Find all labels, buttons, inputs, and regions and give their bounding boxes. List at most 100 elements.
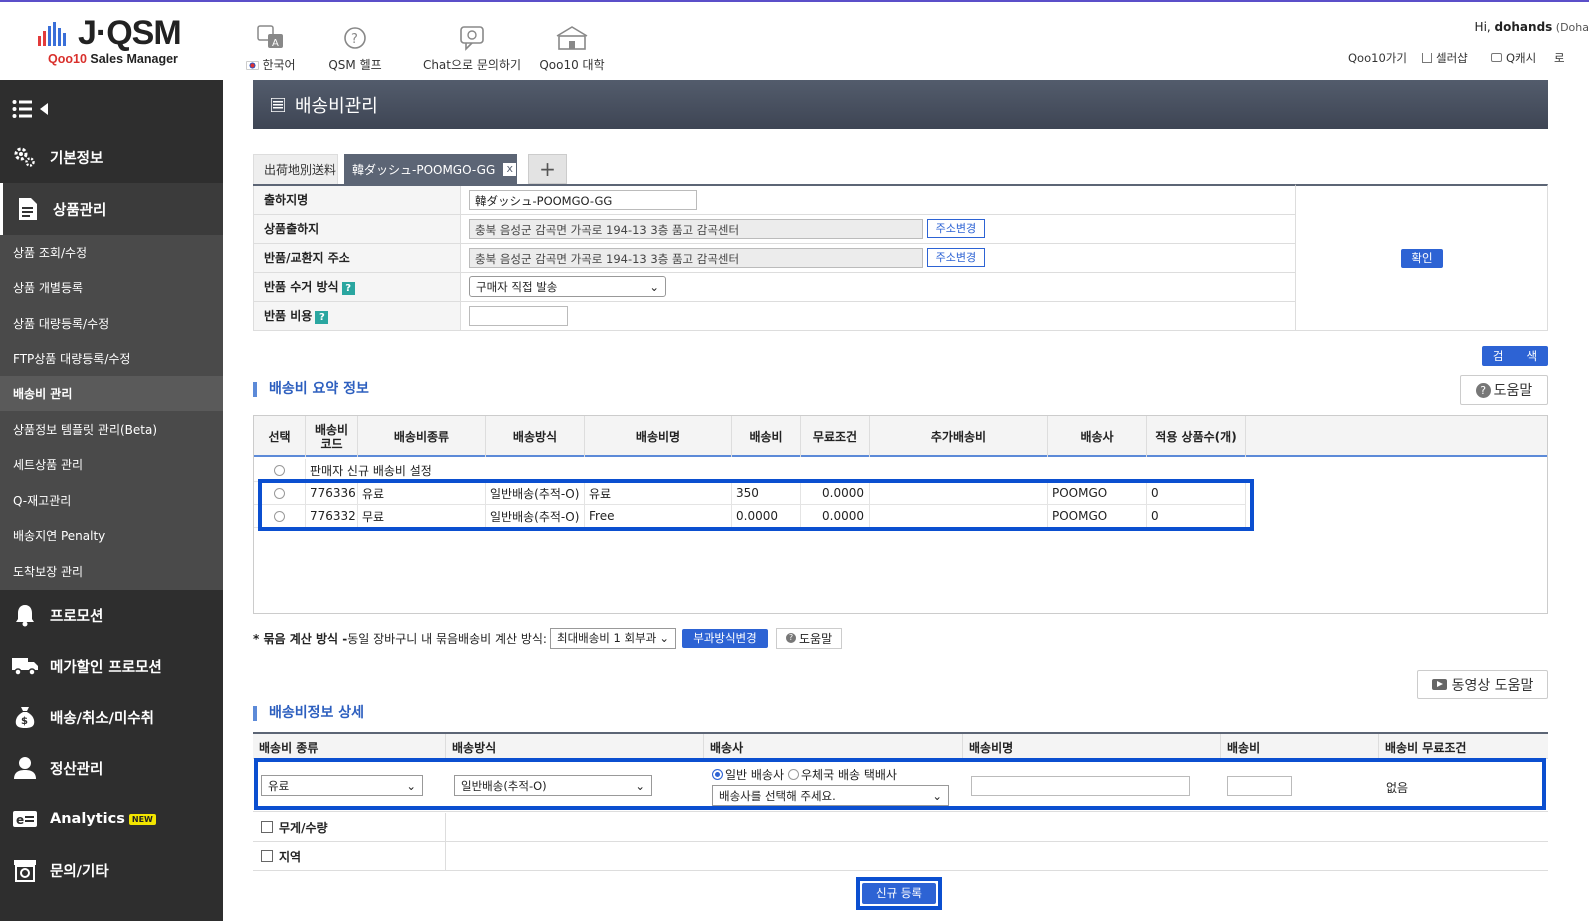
sidebar-item-analytics[interactable]: e Analytics NEW bbox=[0, 794, 223, 844]
summary-section-title: 배송비 요약 정보 bbox=[253, 382, 369, 397]
sidebar-item-mega-discount[interactable]: 메가할인 프로모션 bbox=[0, 641, 223, 691]
sidebar-sub-template[interactable]: 상품정보 템플릿 관리(Beta) bbox=[0, 412, 223, 447]
form-label: 출하지명 bbox=[253, 184, 461, 215]
help-circle-icon: ? bbox=[1475, 382, 1491, 398]
video-icon bbox=[1431, 679, 1447, 690]
search-button[interactable]: 검 색 bbox=[1482, 346, 1548, 366]
sidebar-item-promotion[interactable]: 프로모션 bbox=[0, 590, 223, 640]
highlight-box bbox=[258, 479, 1254, 531]
sidebar-item-settlement[interactable]: 정산관리 bbox=[0, 743, 223, 793]
sidebar-sub-set-product[interactable]: 세트상품 관리 bbox=[0, 447, 223, 482]
tab-poomgo-gg[interactable]: 韓ダッシュ-POOMGO-GG x bbox=[344, 154, 517, 184]
username: dohands bbox=[1494, 20, 1553, 34]
location-name-input[interactable]: 韓ダッシュ-POOMGO-GG bbox=[469, 189, 697, 210]
summary-table-header: 선택 배송비 코드 배송비종류 배송방식 배송비명 배송비 무료조건 추가배송비… bbox=[254, 416, 1547, 457]
nav-qsm-help[interactable]: ? QSM 헬프 bbox=[322, 24, 388, 73]
shipping-address-field: 충북 음성군 감곡면 가곡로 194-13 3층 품고 감곡센터 bbox=[469, 218, 923, 239]
col-header: 선택 bbox=[254, 416, 306, 457]
link-seller-shop[interactable]: 셀러샵 bbox=[1422, 50, 1468, 66]
sidebar-sub-product-search[interactable]: 상품 조회/수정 bbox=[0, 235, 223, 270]
chat-icon bbox=[460, 26, 484, 51]
nav-chat[interactable]: Chat으로 문의하기 bbox=[420, 24, 524, 73]
tab-shipping-by-location[interactable]: 出荷地別送料 bbox=[253, 154, 338, 184]
user-icon bbox=[14, 757, 36, 779]
sidebar-item-product-management[interactable]: 상품관리 bbox=[0, 183, 223, 235]
page-title-bar: 배송비관리 bbox=[253, 80, 1548, 129]
logo-bars-icon bbox=[38, 22, 74, 46]
sidebar-sub-shipping-fee[interactable]: 배송비 관리 bbox=[0, 376, 223, 411]
col-header: 배송방식 bbox=[446, 734, 704, 760]
flag-kr-icon bbox=[246, 61, 260, 70]
col-header: 배송사 bbox=[704, 734, 963, 760]
sidebar-toggle[interactable] bbox=[12, 98, 52, 123]
sidebar-sub-product-register[interactable]: 상품 개별등록 bbox=[0, 270, 223, 305]
sidebar-sub-delay-penalty[interactable]: 배송지연 Penalty bbox=[0, 518, 223, 553]
bundle-help-button[interactable]: ? 도움말 bbox=[775, 627, 843, 649]
summary-help-button[interactable]: ? 도움말 bbox=[1460, 375, 1548, 405]
home-icon bbox=[1422, 53, 1432, 63]
highlight-box bbox=[254, 758, 1546, 810]
close-icon[interactable]: x bbox=[503, 162, 517, 176]
sidebar-item-basic-info[interactable]: 기본정보 bbox=[0, 132, 223, 182]
return-method-select[interactable]: 구매자 직접 발송 ⌄ bbox=[469, 276, 666, 297]
top-header: J·QSM Qoo10 Sales Manager A 한국어 ? QSM 헬프… bbox=[0, 0, 1589, 80]
weight-checkbox[interactable] bbox=[261, 821, 273, 833]
col-header: 무료조건 bbox=[801, 416, 870, 457]
sidebar-sub-ftp-bulk[interactable]: FTP상품 대량등록/수정 bbox=[0, 341, 223, 376]
region-row: 지역 bbox=[253, 842, 1548, 871]
confirm-button[interactable]: 확인 bbox=[1401, 249, 1443, 268]
page-title: 배송비관리 bbox=[295, 95, 378, 117]
document-icon bbox=[19, 198, 37, 220]
col-header: 적용 상품수(개) bbox=[1147, 416, 1246, 457]
col-header: 배송비명 bbox=[585, 416, 732, 457]
shipping-location-form: 출하지명 韓ダッシュ-POOMGO-GG 상품출하지 충북 음성군 감곡면 가곡… bbox=[253, 184, 1296, 331]
help-circle-icon: ? bbox=[785, 633, 796, 643]
col-header: 배송사 bbox=[1048, 416, 1147, 457]
sidebar-item-label: 프로모션 bbox=[50, 608, 104, 625]
col-header: 배송비 종류 bbox=[253, 734, 446, 760]
region-option[interactable]: 지역 bbox=[253, 842, 446, 870]
change-address-button[interactable]: 주소변경 bbox=[926, 219, 985, 238]
sidebar: 기본정보 상품관리 상품 조회/수정 상품 개별등록 상품 대량등록/수정 FT… bbox=[0, 80, 223, 921]
change-charge-method-button[interactable]: 부과방식변경 bbox=[681, 628, 768, 648]
bundle-label-bold: * 묶음 계산 방식 - bbox=[253, 631, 348, 646]
university-icon bbox=[556, 26, 588, 50]
store-icon bbox=[14, 860, 36, 882]
register-new-button[interactable]: 신규 등록 bbox=[862, 883, 936, 904]
link-logout[interactable]: 로 bbox=[1554, 50, 1565, 66]
weight-option[interactable]: 무게/수량 bbox=[253, 813, 446, 841]
region-checkbox[interactable] bbox=[261, 850, 273, 862]
sidebar-item-shipping-cancel[interactable]: $ 배송/취소/미수취 bbox=[0, 692, 223, 742]
bundle-method-select[interactable]: 최대배송비 1 회부과 ⌄ bbox=[549, 627, 676, 649]
add-tab-button[interactable]: + bbox=[528, 154, 567, 184]
col-header: 배송비명 bbox=[963, 734, 1221, 760]
sidebar-sub-bulk-register[interactable]: 상품 대량등록/수정 bbox=[0, 306, 223, 341]
col-header: 배송비 무료조건 bbox=[1385, 740, 1467, 755]
video-help-button[interactable]: 동영상 도움말 bbox=[1417, 670, 1548, 699]
sidebar-sub-arrival-guarantee[interactable]: 도착보장 관리 bbox=[0, 554, 223, 589]
logo-brand: J·QSM bbox=[78, 14, 182, 52]
truck-icon bbox=[12, 658, 38, 676]
nav-language[interactable]: A 한국어 bbox=[236, 24, 306, 73]
help-icon[interactable]: ? bbox=[315, 311, 329, 324]
col-header: 배송비종류 bbox=[358, 416, 486, 457]
svg-text:e: e bbox=[16, 813, 24, 827]
help-icon[interactable]: ? bbox=[341, 282, 355, 295]
language-icon: A bbox=[257, 25, 283, 49]
nav-qoo10-university[interactable]: Qoo10 대학 bbox=[538, 24, 606, 73]
link-qoo10[interactable]: Qoo10가기 bbox=[1348, 50, 1407, 66]
sidebar-item-inquiry[interactable]: 문의/기타 bbox=[0, 845, 223, 895]
sidebar-item-label: 상품관리 bbox=[53, 202, 107, 219]
link-qcash[interactable]: Q캐시 bbox=[1491, 50, 1536, 66]
bell-icon bbox=[16, 605, 34, 627]
sidebar-sub-q-inventory[interactable]: Q-재고관리 bbox=[0, 483, 223, 518]
jqsm-logo[interactable]: J·QSM Qoo10 Sales Manager bbox=[38, 14, 188, 70]
return-cost-input[interactable] bbox=[469, 305, 568, 326]
analytics-icon: e bbox=[13, 811, 37, 827]
col-header: 추가배송비 bbox=[870, 416, 1048, 457]
return-address-field: 충북 음성군 감곡면 가곡로 194-13 3층 품고 감곡센터 bbox=[469, 247, 923, 268]
col-header: 배송방식 bbox=[486, 416, 585, 457]
form-label: 반품/교환지 주소 bbox=[253, 242, 461, 273]
change-return-address-button[interactable]: 주소변경 bbox=[926, 248, 985, 267]
select-radio[interactable] bbox=[274, 464, 285, 476]
